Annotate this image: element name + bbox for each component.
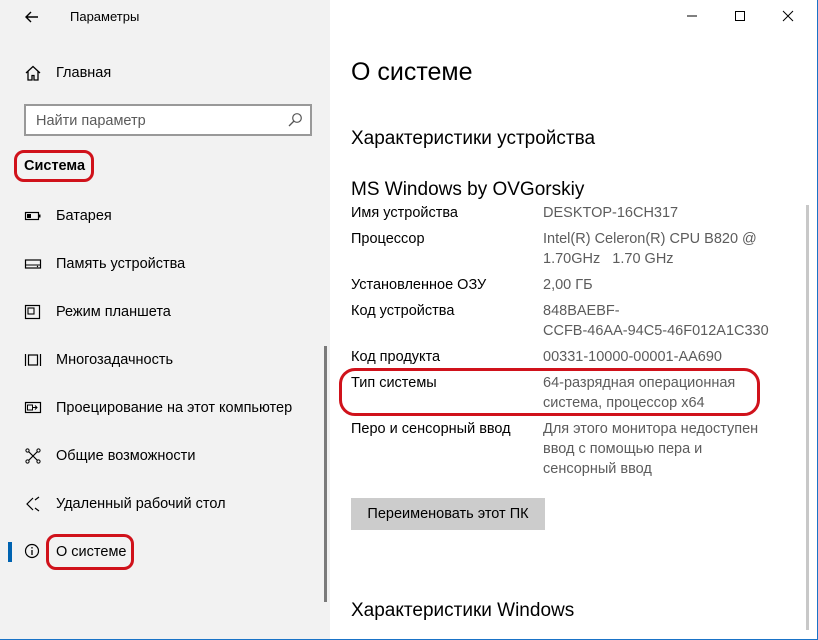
spec-key: Тип системы <box>351 375 437 391</box>
sidebar-item-label: Многозадачность <box>56 352 174 368</box>
sidebar-item-home[interactable]: Главная <box>0 56 330 90</box>
spec-value: 00331-10000-00001-AA690 <box>543 349 722 365</box>
spec-value-line: сенсорный ввод <box>543 461 652 477</box>
settings-window: Параметры Главная Система Батарея <box>0 0 818 640</box>
spec-value-line: система, процессор x64 <box>543 395 705 411</box>
windows-specs-title: Характеристики Windows <box>351 600 575 621</box>
shared-experiences-icon <box>25 448 41 464</box>
back-button[interactable] <box>18 3 46 31</box>
spec-value-line: Для этого монитора недоступен <box>543 421 759 437</box>
spec-value: Intel(R) Celeron(R) CPU B820 @ 1.70GHz 1… <box>543 229 783 269</box>
search-box[interactable] <box>24 104 312 136</box>
sidebar-item-shared-experiences[interactable]: Общие возможности <box>0 436 326 476</box>
spec-key: Имя устройства <box>351 205 458 221</box>
spec-value-line: 64-разрядная операционная <box>543 375 736 391</box>
sidebar: Параметры Главная Система Батарея <box>0 0 330 639</box>
device-display-name: MS Windows by OVGorskiy <box>351 179 585 200</box>
sidebar-item-label: Проецирование на этот компьютер <box>56 400 293 416</box>
minimize-button[interactable] <box>668 0 716 32</box>
close-icon <box>782 10 794 22</box>
spec-key: Код продукта <box>351 349 441 365</box>
spec-value: 64-разрядная операционная система, проце… <box>543 373 783 413</box>
title-bar: Параметры <box>0 0 330 34</box>
device-specs-title: Характеристики устройства <box>351 128 596 149</box>
remote-desktop-icon <box>26 496 40 512</box>
sidebar-item-storage[interactable]: Память устройства <box>0 244 326 284</box>
projecting-icon <box>24 401 42 414</box>
sidebar-item-label: Режим планшета <box>56 304 171 320</box>
sidebar-item-tablet-mode[interactable]: Режим планшета <box>0 292 326 332</box>
maximize-icon <box>735 11 745 21</box>
sidebar-item-label: Общие возможности <box>56 448 196 464</box>
spec-value-line: CCFB-46AA-94C5-46F012A1C330 <box>543 323 769 339</box>
sidebar-item-label: Главная <box>56 65 112 81</box>
tablet-mode-icon <box>24 304 41 320</box>
spec-value: 2,00 ГБ <box>543 277 593 293</box>
home-icon <box>25 65 41 81</box>
app-title: Параметры <box>70 9 140 24</box>
spec-value: DESKTOP-16CH317 <box>543 205 679 221</box>
page-title: О системе <box>351 58 473 86</box>
spec-value: Для этого монитора недоступен ввод с пом… <box>543 419 783 479</box>
sidebar-item-label: Батарея <box>56 208 112 224</box>
sidebar-scrollbar[interactable] <box>324 346 327 602</box>
search-icon[interactable] <box>287 112 303 128</box>
multitasking-icon <box>24 354 42 366</box>
maximize-button[interactable] <box>716 0 764 32</box>
storage-icon <box>24 259 42 269</box>
back-arrow-icon <box>25 11 38 23</box>
sidebar-item-remote-desktop[interactable]: Удаленный рабочий стол <box>0 484 326 524</box>
close-button[interactable] <box>764 0 812 32</box>
rename-pc-button[interactable]: Переименовать этот ПК <box>351 498 545 530</box>
spec-value-line: Intel(R) Celeron(R) CPU B820 @ <box>543 231 757 247</box>
spec-value: 848BAEBF- CCFB-46AA-94C5-46F012A1C330 <box>543 301 783 341</box>
spec-key: Перо и сенсорный ввод <box>351 421 511 437</box>
sidebar-item-battery[interactable]: Батарея <box>0 196 326 236</box>
spec-key: Код устройства <box>351 303 455 319</box>
selection-indicator <box>8 542 12 562</box>
spec-key: Процессор <box>351 231 425 247</box>
spec-key: Установленное ОЗУ <box>351 277 487 293</box>
sidebar-item-label: Удаленный рабочий стол <box>56 496 226 512</box>
minimize-icon <box>687 15 697 17</box>
sidebar-item-label: Память устройства <box>56 256 186 272</box>
spec-value-line: ввод с помощью пера и <box>543 441 703 457</box>
sidebar-item-projecting[interactable]: Проецирование на этот компьютер <box>0 388 326 428</box>
spec-value-line: 1.70GHz 1.70 GHz <box>543 251 674 267</box>
main-content: О системе Характеристики устройства MS W… <box>330 0 817 639</box>
search-input[interactable] <box>36 111 276 131</box>
battery-icon <box>24 211 41 221</box>
sidebar-item-about[interactable]: О системе <box>0 532 326 572</box>
main-scrollbar[interactable] <box>806 205 809 630</box>
spec-value-line: 848BAEBF- <box>543 303 620 319</box>
sidebar-item-label: О системе <box>56 544 127 560</box>
sidebar-item-multitasking[interactable]: Многозадачность <box>0 340 326 380</box>
section-header-system: Система <box>24 158 86 174</box>
info-icon <box>24 543 40 559</box>
